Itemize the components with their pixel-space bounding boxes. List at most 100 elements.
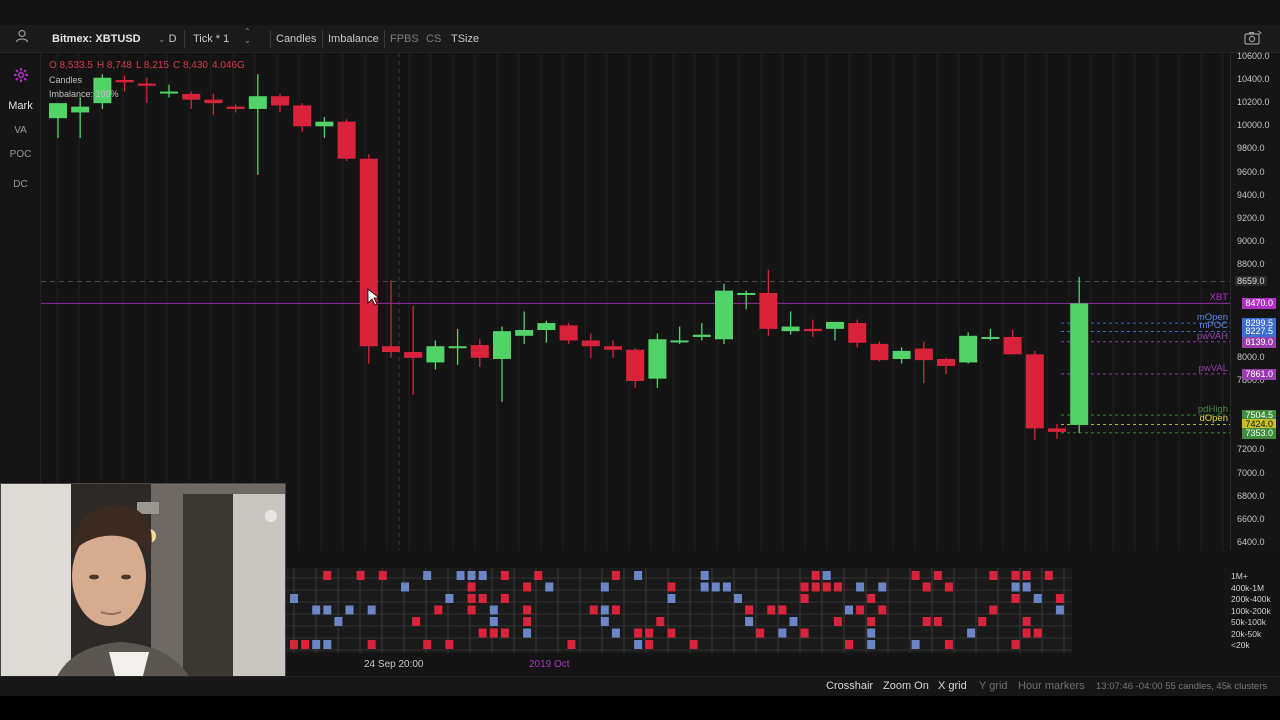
gear-icon[interactable] — [0, 67, 41, 86]
sidebar-item-poc[interactable]: POC — [0, 149, 41, 160]
ohlc-low: L 8,215 — [135, 60, 169, 71]
cluster-cell — [523, 628, 532, 638]
cluster-cell — [1011, 571, 1020, 580]
candle-body — [1025, 354, 1044, 429]
sidebar-item-dc[interactable]: DC — [0, 179, 41, 190]
cluster-cell — [301, 640, 310, 649]
candle-body — [959, 335, 978, 363]
cluster-cell — [811, 571, 820, 580]
crosshair-toggle[interactable]: Crosshair — [826, 680, 873, 692]
candle-body — [914, 348, 933, 361]
cluster-cell — [1033, 594, 1042, 603]
candle-body — [759, 292, 778, 329]
cluster-cell — [922, 617, 931, 626]
cluster-cell — [933, 571, 942, 580]
candles-toggle[interactable]: Candles — [270, 30, 321, 48]
tick-stepper-icon[interactable]: ⌃ ⌄ — [244, 27, 251, 45]
cluster-cell — [1022, 628, 1031, 638]
candle-down — [337, 119, 356, 162]
ygrid-toggle[interactable]: Y grid — [979, 680, 1008, 692]
cluster-cell — [800, 582, 809, 592]
cluster-cell — [745, 617, 754, 626]
cluster-cell — [356, 571, 365, 580]
cluster-cell — [423, 640, 432, 649]
legend-imbalance[interactable]: Imbalance: 100% — [49, 89, 119, 99]
cluster-cell — [478, 571, 487, 580]
price-tick-label: 6800.0 — [1237, 490, 1265, 501]
legend-candles[interactable]: Candles — [49, 75, 82, 85]
cluster-cell — [778, 605, 787, 615]
cluster-cell — [290, 640, 298, 649]
cs-toggle[interactable]: CS — [421, 30, 446, 48]
price-tick-label: 8000.0 — [1237, 351, 1265, 362]
candle-body — [781, 326, 800, 332]
candle-body — [115, 80, 134, 83]
candle-down — [1025, 350, 1044, 440]
candle-body — [604, 346, 622, 350]
sidebar-item-va[interactable]: VA — [0, 125, 41, 136]
candlestick-chart[interactable] — [41, 53, 1230, 550]
cluster-cell — [1044, 571, 1053, 580]
candle-up — [426, 340, 445, 370]
candle-body — [892, 350, 911, 359]
cluster-cell — [634, 571, 643, 580]
cluster-cell — [378, 571, 387, 580]
cluster-legend-item: 1M+ — [1231, 571, 1248, 581]
cluster-cell — [933, 617, 942, 626]
cluster-cell — [1022, 617, 1031, 626]
candle-body — [293, 105, 312, 127]
candle-body — [737, 292, 756, 295]
sidebar-item-mark[interactable]: Mark — [0, 100, 41, 112]
cluster-cell — [944, 582, 953, 592]
candle-body — [826, 321, 844, 329]
imbalance-toggle[interactable]: Imbalance — [322, 30, 384, 48]
candle-body — [71, 106, 90, 113]
cluster-cell — [922, 582, 931, 592]
cluster-cell — [467, 571, 476, 580]
level-price-marker: 8470.0 — [1242, 298, 1276, 310]
toolbar: Bitmex: XBTUSD ⌄ D Tick * 1 ⌃ ⌄ Candles I… — [0, 25, 1280, 53]
tsize-toggle[interactable]: TSize — [446, 30, 484, 48]
candle-body — [137, 83, 156, 86]
cluster-cell — [800, 628, 809, 638]
cluster-cell — [401, 582, 409, 592]
candle-body — [1048, 428, 1066, 432]
candle-body — [226, 106, 245, 109]
candle-down — [382, 280, 400, 358]
candle-body — [426, 346, 445, 363]
xgrid-toggle[interactable]: X grid — [938, 680, 967, 692]
candle-body — [337, 121, 356, 159]
candle-down — [271, 93, 289, 113]
cluster-cell — [534, 571, 543, 580]
status-info: 13:07:46 -04:00 55 candles, 45k clusters — [1096, 681, 1268, 692]
cluster-cell — [567, 640, 576, 649]
candle-down — [870, 341, 889, 362]
fpbs-toggle[interactable]: FPBS — [384, 30, 424, 48]
cluster-cell — [1055, 594, 1064, 603]
cluster-cell — [867, 640, 876, 649]
candle-body — [581, 340, 600, 347]
symbol-selector[interactable]: Bitmex: XBTUSD — [52, 30, 141, 48]
candle-down — [293, 103, 312, 133]
timeframe-label: D — [168, 33, 177, 45]
cluster-heatmap[interactable] — [286, 568, 1072, 653]
cluster-cell — [822, 571, 831, 580]
cluster-cell — [312, 640, 321, 649]
cluster-cell — [845, 640, 853, 649]
cluster-cell — [1022, 571, 1031, 580]
user-icon[interactable] — [15, 29, 29, 47]
cluster-cell — [589, 605, 598, 615]
camera-icon[interactable] — [1244, 30, 1262, 48]
cluster-cell — [634, 640, 643, 649]
hour-markers-toggle[interactable]: Hour markers — [1018, 680, 1085, 692]
candle-body — [559, 325, 578, 341]
candle-body — [870, 343, 889, 361]
price-tick-label: 9200.0 — [1237, 212, 1265, 223]
cluster-legend-item: 20k-50k — [1231, 628, 1262, 639]
tick-selector[interactable]: Tick * 1 — [184, 30, 229, 48]
zoom-toggle[interactable]: Zoom On — [883, 680, 929, 692]
level-price-marker: 7353.0 — [1242, 427, 1276, 439]
cluster-cell — [345, 605, 354, 615]
timeframe-selector[interactable]: ⌄ D — [158, 30, 177, 48]
price-tick-label: 7200.0 — [1237, 444, 1265, 455]
